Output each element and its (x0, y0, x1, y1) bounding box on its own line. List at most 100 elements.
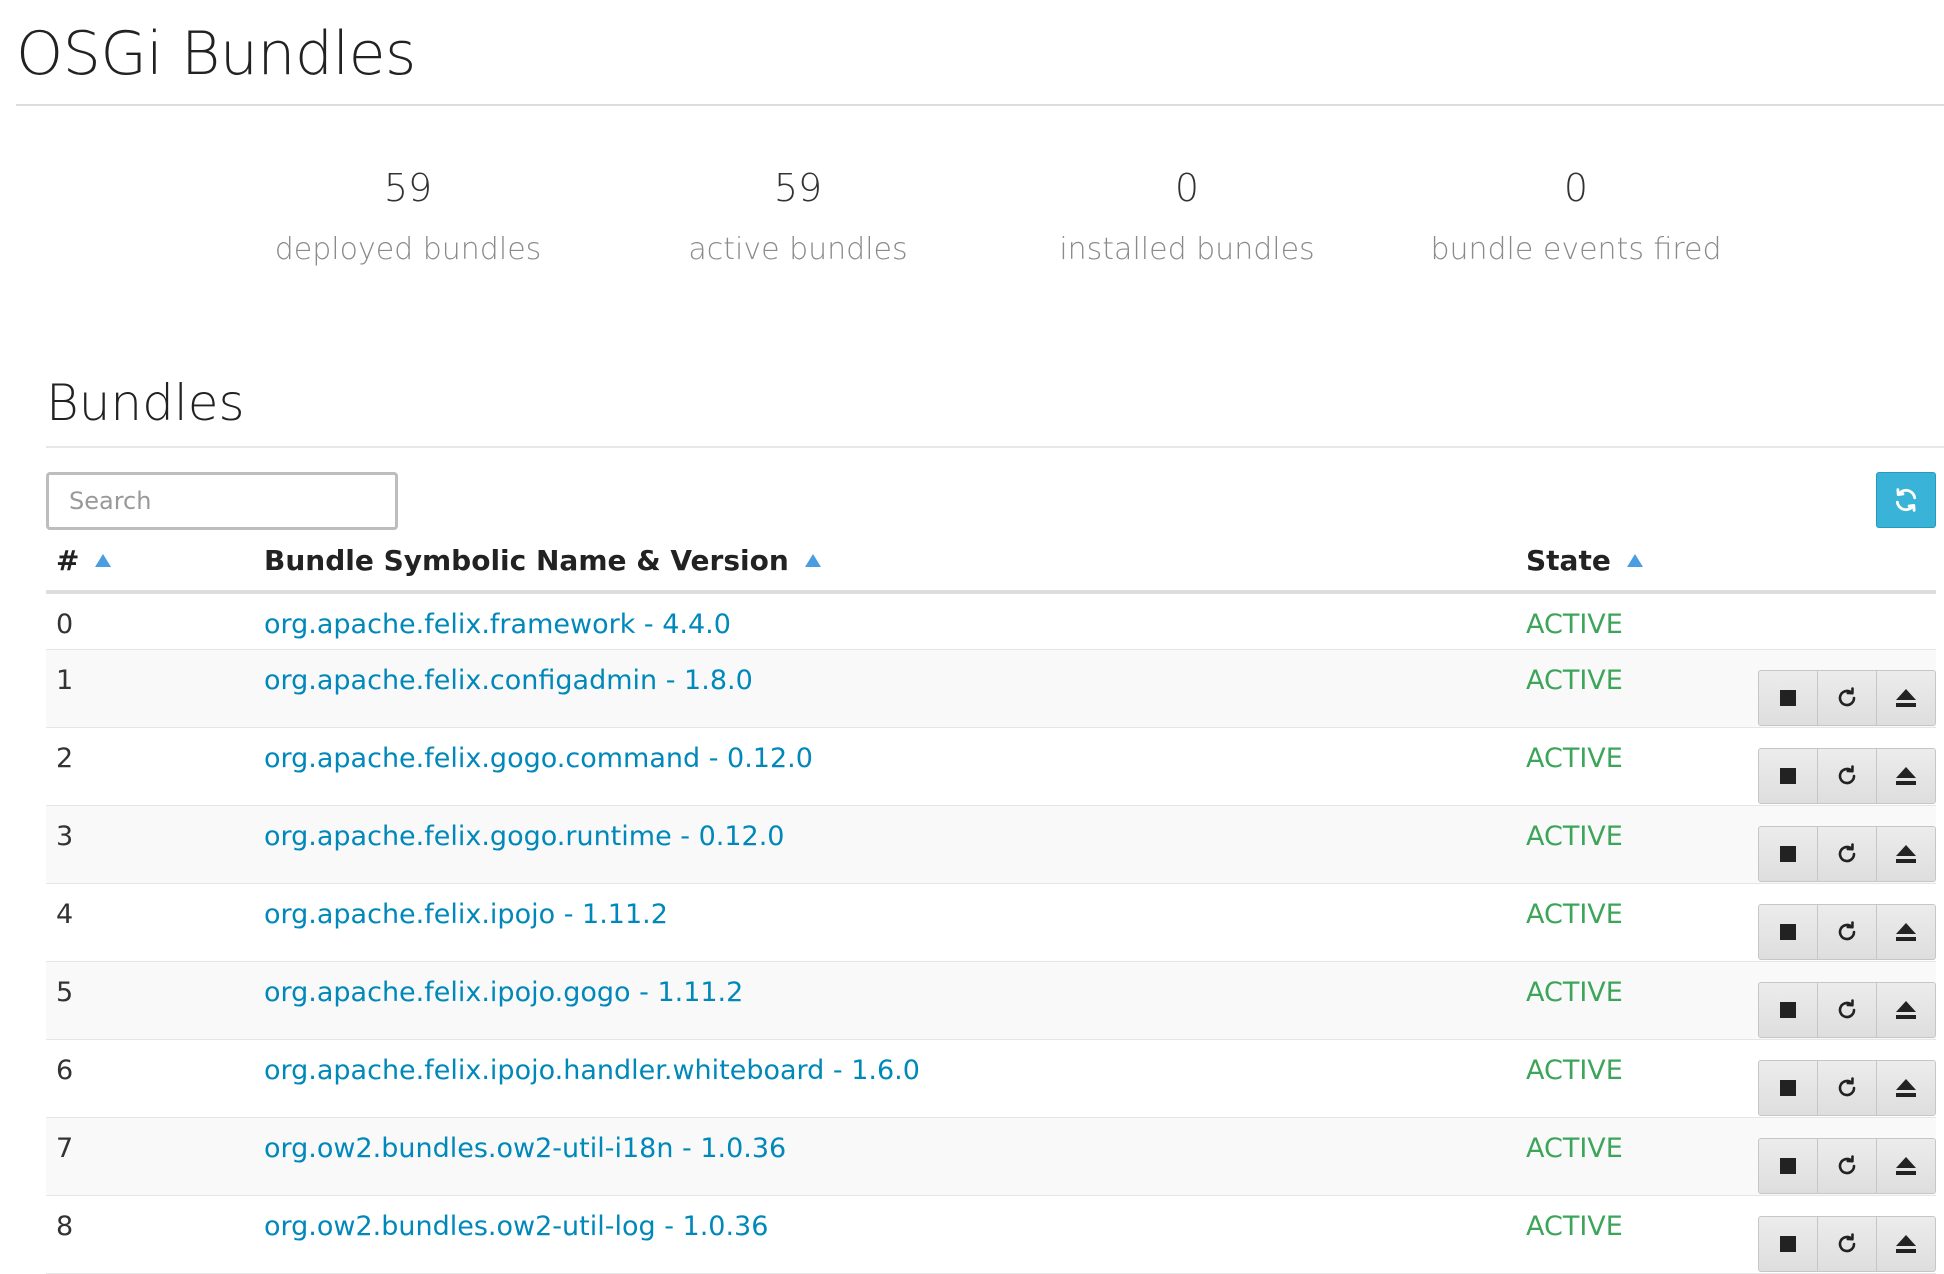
uninstall-icon (1896, 1079, 1916, 1097)
restart-icon (1838, 999, 1856, 1019)
stat-label: active bundles (688, 232, 908, 267)
bundle-state: ACTIVE (1526, 977, 1623, 1008)
table-row: 8 org.ow2.bundles.ow2-util-log - 1.0.36 AC… (46, 1196, 1936, 1274)
bundle-name-link[interactable]: org.apache.felix.gogo.command - 0.12.0 (264, 742, 813, 776)
section-divider (46, 446, 1944, 448)
stop-bundle-button[interactable] (1759, 1139, 1818, 1193)
bundle-id: 5 (56, 977, 74, 1008)
stat-bundle-events-fired: 0 bundle events fired (1396, 160, 1756, 278)
stop-icon (1780, 690, 1796, 706)
stat-value: 59 (773, 166, 823, 210)
stat-value: 59 (383, 166, 433, 210)
table-row: 0 org.apache.felix.framework - 4.4.0 ACTIV… (46, 594, 1936, 650)
bundle-name-link[interactable]: org.ow2.bundles.ow2-util-log - 1.0.36 (264, 1210, 768, 1244)
stop-bundle-button[interactable] (1759, 905, 1818, 959)
sort-ascending-icon (804, 553, 821, 567)
restart-bundle-button[interactable] (1818, 983, 1877, 1037)
bundle-actions (1758, 826, 1936, 882)
bundle-id: 3 (56, 821, 74, 852)
uninstall-bundle-button[interactable] (1877, 983, 1935, 1037)
uninstall-bundle-button[interactable] (1877, 1217, 1935, 1271)
stop-bundle-button[interactable] (1759, 827, 1818, 881)
bundles-table-body: 0 org.apache.felix.framework - 4.4.0 ACTIV… (46, 594, 1936, 1274)
bundle-id: 2 (56, 743, 74, 774)
bundles-table-header: # Bundle Symbolic Name & Version State (46, 540, 1936, 594)
column-header-id[interactable]: # (56, 540, 112, 590)
column-header-label: State (1526, 544, 1611, 577)
bundle-state: ACTIVE (1526, 665, 1623, 696)
restart-icon (1838, 921, 1856, 941)
column-header-name[interactable]: Bundle Symbolic Name & Version (264, 540, 821, 590)
column-header-label: Bundle Symbolic Name & Version (264, 544, 789, 577)
restart-bundle-button[interactable] (1818, 1217, 1877, 1271)
table-row: 3 org.apache.felix.gogo.runtime - 0.12.0 A… (46, 806, 1936, 884)
table-row: 7 org.ow2.bundles.ow2-util-i18n - 1.0.36 A… (46, 1118, 1936, 1196)
bundle-actions (1758, 1216, 1936, 1272)
table-row: 1 org.apache.felix.configadmin - 1.8.0 ACT… (46, 650, 1936, 728)
bundle-state: ACTIVE (1526, 743, 1623, 774)
restart-icon (1838, 687, 1856, 707)
restart-icon (1838, 765, 1856, 785)
bundle-state: ACTIVE (1526, 1211, 1623, 1242)
restart-bundle-button[interactable] (1818, 905, 1877, 959)
restart-icon (1838, 1077, 1856, 1097)
uninstall-bundle-button[interactable] (1877, 1061, 1935, 1115)
bundle-name-link[interactable]: org.apache.felix.gogo.runtime - 0.12.0 (264, 820, 784, 854)
uninstall-bundle-button[interactable] (1877, 1139, 1935, 1193)
stop-icon (1780, 768, 1796, 784)
restart-bundle-button[interactable] (1818, 1061, 1877, 1115)
bundle-name-link[interactable]: org.apache.felix.ipojo.gogo - 1.11.2 (264, 976, 743, 1010)
stat-label: bundle events fired (1430, 232, 1722, 267)
restart-bundle-button[interactable] (1818, 749, 1877, 803)
bundle-actions (1758, 1060, 1936, 1116)
stop-icon (1780, 1158, 1796, 1174)
bundle-id: 8 (56, 1211, 74, 1242)
bundle-name-link[interactable]: org.apache.felix.configadmin - 1.8.0 (264, 664, 753, 698)
bundle-id: 4 (56, 899, 74, 930)
stat-installed-bundles: 0 installed bundles (1007, 160, 1367, 278)
search-input[interactable] (46, 472, 398, 530)
uninstall-bundle-button[interactable] (1877, 827, 1935, 881)
bundle-id: 1 (56, 665, 74, 696)
stop-bundle-button[interactable] (1759, 749, 1818, 803)
restart-icon (1838, 843, 1856, 863)
bundle-name-link[interactable]: org.apache.felix.ipojo.handler.whiteboar… (264, 1054, 920, 1088)
uninstall-icon (1896, 767, 1916, 785)
restart-bundle-button[interactable] (1818, 827, 1877, 881)
bundle-state: ACTIVE (1526, 821, 1623, 852)
uninstall-icon (1896, 1157, 1916, 1175)
restart-bundle-button[interactable] (1818, 671, 1877, 725)
bundle-actions (1758, 748, 1936, 804)
uninstall-bundle-button[interactable] (1877, 671, 1935, 725)
stop-bundle-button[interactable] (1759, 1217, 1818, 1271)
table-row: 4 org.apache.felix.ipojo - 1.11.2 ACTIVE (46, 884, 1936, 962)
table-row: 2 org.apache.felix.gogo.command - 0.12.0 A… (46, 728, 1936, 806)
stop-icon (1780, 846, 1796, 862)
section-title-bundles: Bundles (46, 374, 245, 432)
stop-icon (1780, 924, 1796, 940)
stop-bundle-button[interactable] (1759, 671, 1818, 725)
bundle-name-link[interactable]: org.apache.felix.framework - 4.4.0 (264, 608, 731, 642)
bundle-state: ACTIVE (1526, 1133, 1623, 1164)
stop-icon (1780, 1080, 1796, 1096)
refresh-button[interactable] (1876, 472, 1936, 528)
stop-icon (1780, 1002, 1796, 1018)
bundle-actions (1758, 1138, 1936, 1194)
uninstall-bundle-button[interactable] (1877, 905, 1935, 959)
uninstall-icon (1896, 1235, 1916, 1253)
bundle-state: ACTIVE (1526, 899, 1623, 930)
bundle-name-link[interactable]: org.apache.felix.ipojo - 1.11.2 (264, 898, 668, 932)
bundle-state: ACTIVE (1526, 1055, 1623, 1086)
bundle-actions (1758, 670, 1936, 726)
bundle-name-link[interactable]: org.ow2.bundles.ow2-util-i18n - 1.0.36 (264, 1132, 786, 1166)
stat-value: 0 (1563, 166, 1589, 210)
uninstall-bundle-button[interactable] (1877, 749, 1935, 803)
stat-active-bundles: 59 active bundles (618, 160, 978, 278)
column-header-state[interactable]: State (1526, 540, 1643, 590)
page-title: OSGi Bundles (16, 19, 416, 89)
table-row: 6 org.apache.felix.ipojo.handler.whiteboa… (46, 1040, 1936, 1118)
title-divider (16, 104, 1944, 106)
stop-bundle-button[interactable] (1759, 983, 1818, 1037)
restart-bundle-button[interactable] (1818, 1139, 1877, 1193)
stop-bundle-button[interactable] (1759, 1061, 1818, 1115)
